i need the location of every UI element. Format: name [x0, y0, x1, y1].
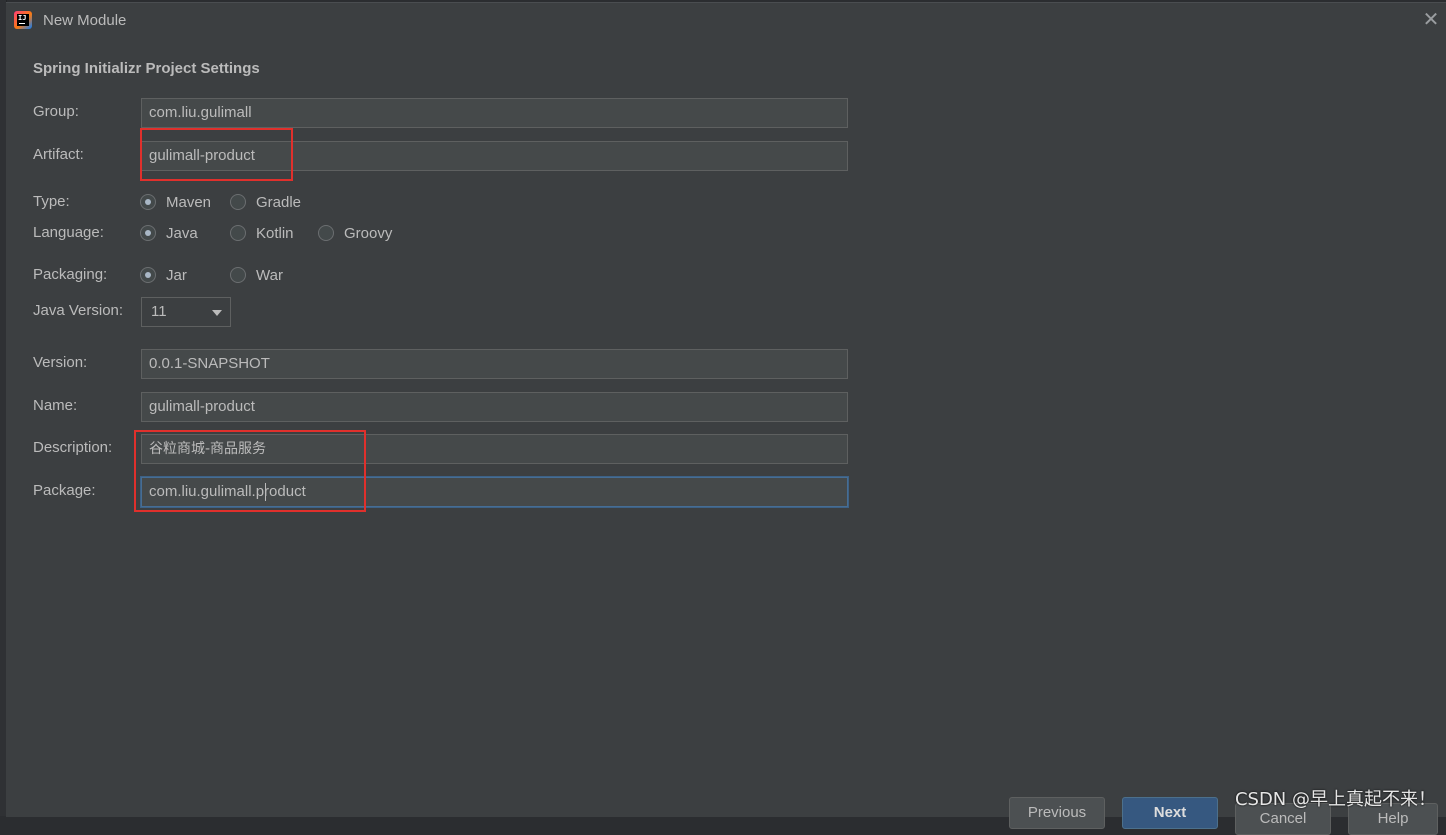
language-java-radio[interactable]: Java: [140, 222, 198, 244]
group-label: Group:: [33, 103, 79, 120]
java-version-value: 11: [151, 303, 167, 320]
artifact-label: Artifact:: [33, 146, 84, 163]
radio-selected-icon: [140, 225, 156, 241]
radio-selected-icon: [140, 267, 156, 283]
type-gradle-radio[interactable]: Gradle: [230, 191, 301, 213]
next-button[interactable]: Next: [1122, 797, 1218, 829]
language-groovy-radio[interactable]: Groovy: [318, 222, 392, 244]
language-label: Language:: [33, 224, 104, 241]
radio-label: Groovy: [344, 224, 393, 242]
radio-label: War: [256, 266, 283, 284]
previous-button[interactable]: Previous: [1009, 797, 1105, 829]
package-label: Package:: [33, 482, 96, 499]
title-bar: IJ New Module ✕: [6, 3, 1446, 41]
intellij-logo-icon: IJ: [14, 11, 32, 29]
artifact-field[interactable]: gulimall-product: [141, 141, 848, 171]
section-title: Spring Initializr Project Settings: [33, 60, 260, 77]
java-version-label: Java Version:: [33, 302, 124, 319]
radio-label: Java: [166, 224, 198, 242]
csdn-watermark: CSDN @早上真起不来！: [1234, 789, 1436, 810]
radio-unselected-icon: [318, 225, 334, 241]
packaging-war-radio[interactable]: War: [230, 264, 283, 286]
radio-unselected-icon: [230, 194, 246, 210]
description-label: Description:: [33, 439, 113, 456]
radio-selected-icon: [140, 194, 156, 210]
chevron-down-icon: [212, 310, 222, 316]
group-field[interactable]: com.liu.gulimall: [141, 98, 848, 128]
radio-unselected-icon: [230, 225, 246, 241]
close-icon[interactable]: ✕: [1422, 10, 1440, 30]
window-title: New Module: [43, 12, 127, 29]
radio-label: Maven: [166, 193, 212, 211]
package-field[interactable]: com.liu.gulimall.product: [141, 477, 848, 507]
version-label: Version:: [33, 354, 88, 371]
name-label: Name:: [33, 397, 78, 414]
radio-label: Gradle: [256, 193, 302, 211]
radio-unselected-icon: [230, 267, 246, 283]
description-field[interactable]: 谷粒商城-商品服务: [141, 434, 848, 464]
radio-label: Jar: [166, 266, 187, 284]
java-version-select[interactable]: 11: [141, 297, 231, 327]
name-field[interactable]: gulimall-product: [141, 392, 848, 422]
language-kotlin-radio[interactable]: Kotlin: [230, 222, 294, 244]
radio-label: Kotlin: [256, 224, 294, 242]
new-module-dialog: IJ New Module ✕ Spring Initializr Projec…: [6, 2, 1446, 835]
type-label: Type:: [33, 193, 70, 210]
packaging-label: Packaging:: [33, 266, 108, 283]
packaging-jar-radio[interactable]: Jar: [140, 264, 187, 286]
version-field[interactable]: 0.0.1-SNAPSHOT: [141, 349, 848, 379]
type-maven-radio[interactable]: Maven: [140, 191, 211, 213]
text-cursor: [265, 483, 266, 501]
